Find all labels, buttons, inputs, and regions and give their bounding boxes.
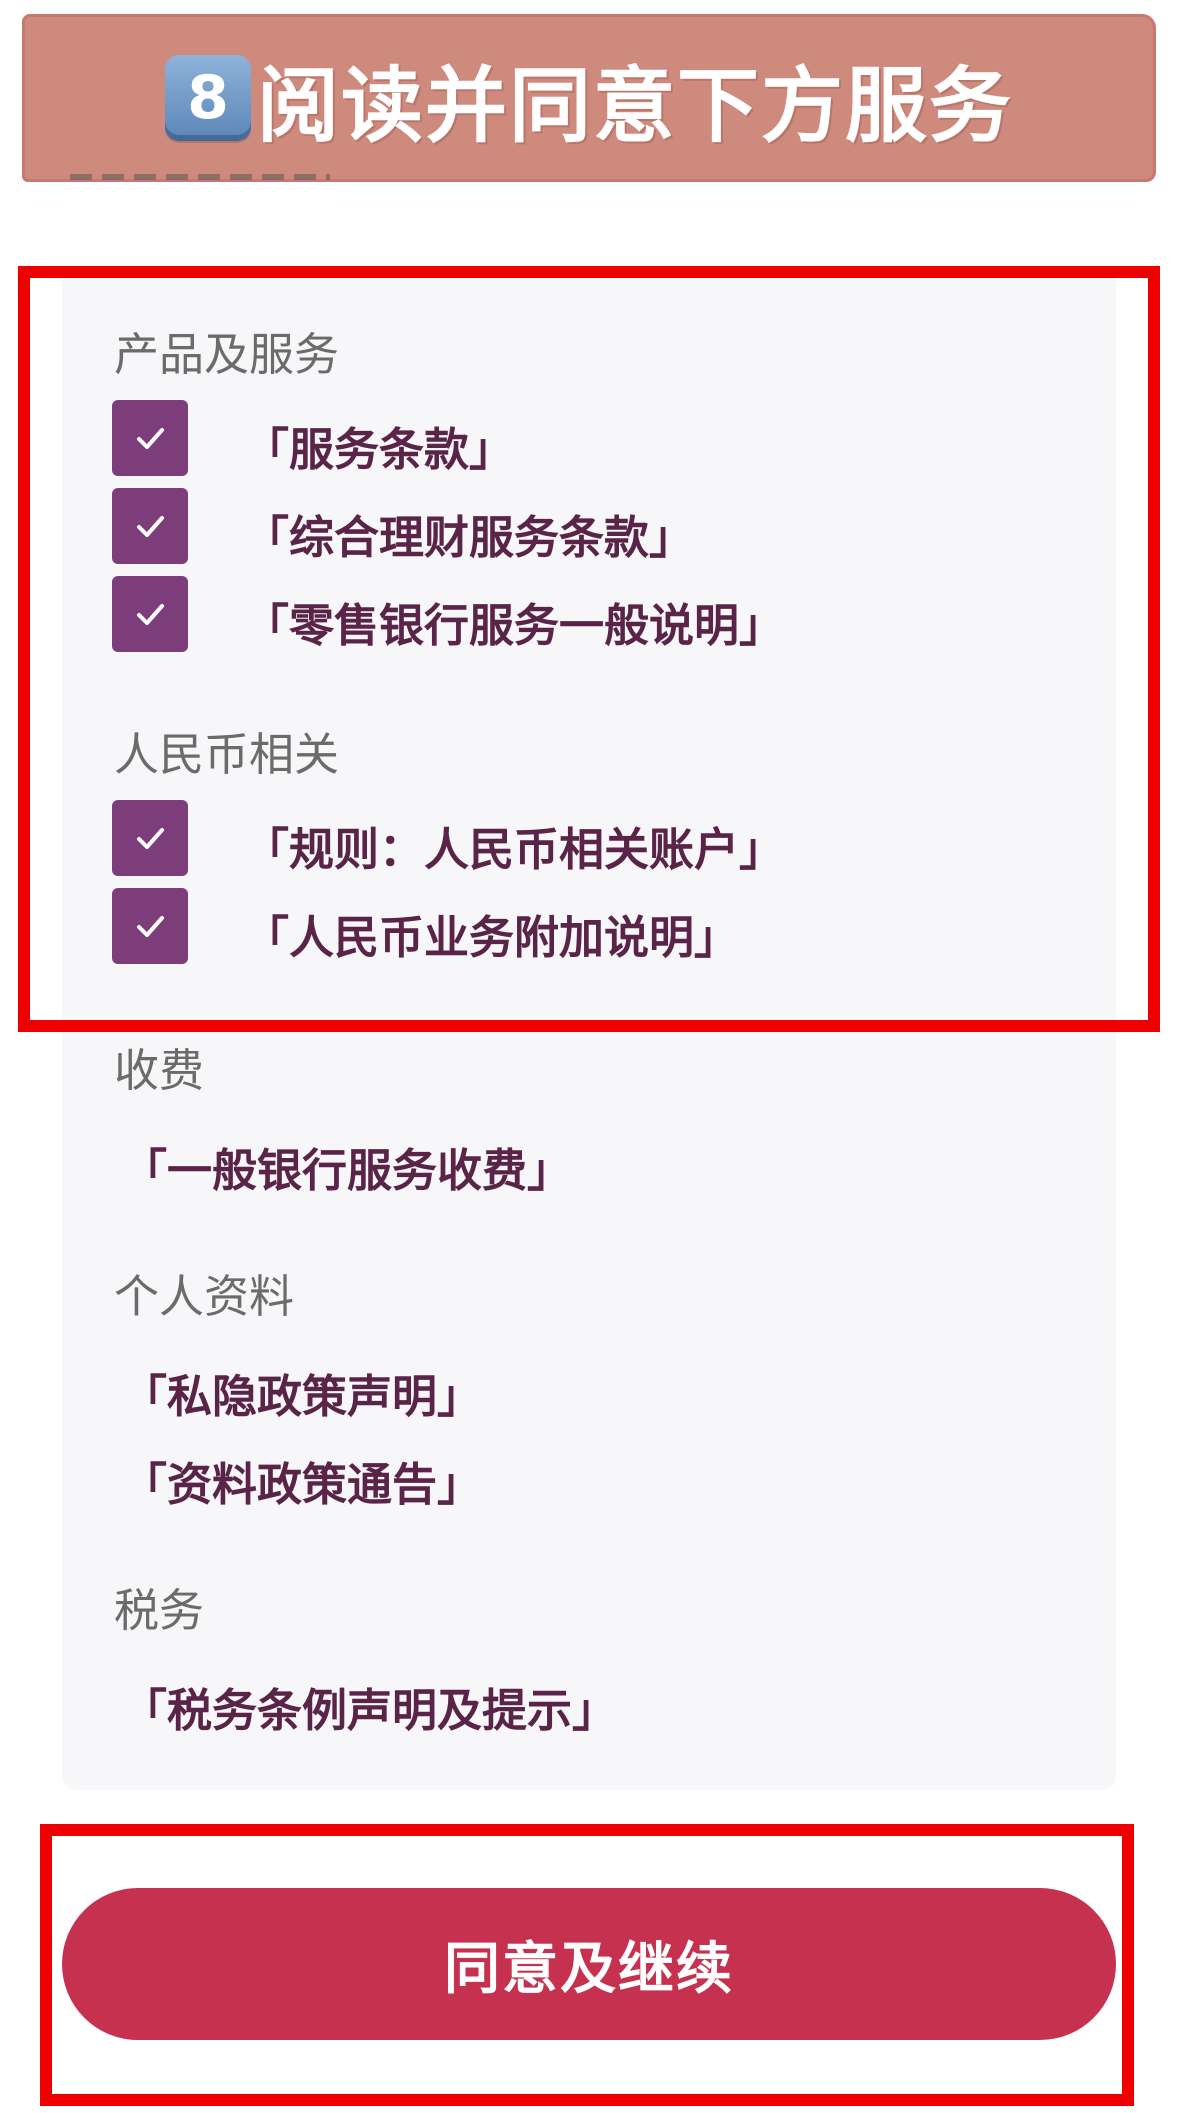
banner-content: 8 阅读并同意下方服务 (164, 39, 1013, 158)
section-heading-tax: 税务 (114, 1584, 205, 1637)
highlight-frame-checkboxes (18, 266, 1160, 1032)
keycap-8-icon: 8 (164, 55, 251, 141)
doc-link-data-policy-notice[interactable]: 「资料政策通告」 (122, 1448, 482, 1513)
agree-and-continue-button[interactable]: 同意及继续 (62, 1888, 1116, 2040)
step-banner: 8 阅读并同意下方服务 (22, 14, 1156, 182)
banner-title: 阅读并同意下方服务 (256, 58, 1013, 154)
section-heading-personal-data: 个人资料 (114, 1270, 295, 1323)
clipped-text-fragment (70, 162, 330, 182)
doc-link-tax-declaration[interactable]: 「税务条例声明及提示」 (122, 1674, 617, 1739)
doc-link-privacy-policy[interactable]: 「私隐政策声明」 (122, 1360, 482, 1425)
doc-link-general-banking-fees[interactable]: 「一般银行服务收费」 (122, 1134, 572, 1199)
section-heading-fees: 收费 (114, 1044, 205, 1097)
